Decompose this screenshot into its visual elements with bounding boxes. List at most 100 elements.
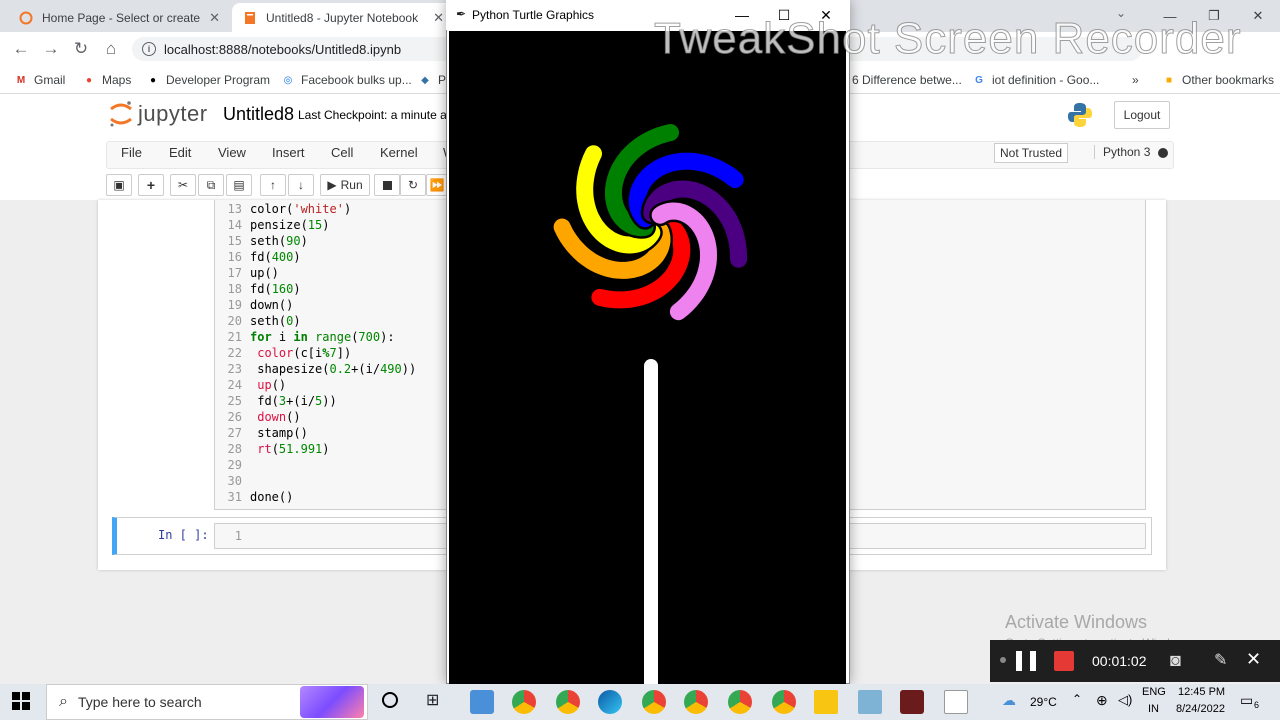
notepad-icon[interactable]	[944, 690, 968, 714]
edge-icon[interactable]	[598, 690, 622, 714]
chrome-icon[interactable]	[728, 690, 752, 714]
jupyter-logo-text: jupyter	[138, 101, 208, 126]
bookmark-gmail[interactable]: M Gmail	[14, 70, 66, 90]
input-region[interactable]: IN	[1148, 703, 1159, 715]
lollipop-drawing	[551, 121, 750, 684]
copy-button[interactable]: ⧉	[198, 174, 224, 196]
menu-file[interactable]: File	[121, 145, 142, 160]
code-line: 20 seth(0)	[227, 314, 301, 328]
bookmark-facebook[interactable]: ◎ Facebook bulks up...	[281, 70, 412, 90]
menu-edit[interactable]: Edit	[169, 145, 191, 160]
cortana-icon[interactable]	[382, 692, 398, 708]
menu-insert[interactable]: Insert	[272, 145, 305, 160]
notification-center-icon[interactable]: ▭	[1240, 692, 1253, 709]
logout-button[interactable]: Logout	[1114, 101, 1170, 129]
jupyter-logo[interactable]: jupyter	[108, 100, 208, 128]
recorder-app-icon[interactable]	[900, 690, 924, 714]
globe-icon: ◎	[283, 74, 293, 86]
windows-start-icon[interactable]	[12, 692, 30, 713]
drag-handle-icon[interactable]	[1000, 657, 1006, 663]
bookmark-label: 6 Difference betwe...	[852, 73, 962, 87]
clock-date[interactable]: 8/24/2022	[1176, 703, 1225, 715]
move-down-button[interactable]: ↓	[288, 174, 314, 196]
home-icon[interactable]: ⌂	[96, 34, 126, 64]
bookmark-label: Maps	[102, 73, 132, 87]
menu-kernel[interactable]: Kernel	[380, 145, 418, 160]
taskbar-app-icon[interactable]	[470, 690, 494, 714]
close-window-icon[interactable]: ✕	[1236, 0, 1280, 32]
search-highlight-image-icon[interactable]	[300, 686, 364, 718]
cut-button[interactable]: ✂	[170, 174, 196, 196]
menu-view[interactable]: View	[218, 145, 246, 160]
notebook-favicon-icon	[242, 10, 258, 26]
github-icon: ●	[149, 74, 157, 86]
bookmark-difference[interactable]: 6 Difference betwe...	[852, 70, 962, 90]
tray-chevron-icon[interactable]: ⌃	[1072, 692, 1082, 706]
file-explorer-icon[interactable]	[814, 690, 838, 714]
volume-icon[interactable]: ◁)	[1118, 692, 1132, 708]
lollipop-spiral	[551, 121, 750, 323]
restart-button[interactable]: ↻	[400, 174, 426, 196]
temperature[interactable]: 29°C	[1030, 695, 1057, 709]
forward-arrow-icon[interactable]: →	[36, 34, 66, 64]
paste-button[interactable]: ▤	[226, 174, 252, 196]
notebook-name[interactable]: Untitled8	[223, 104, 294, 125]
more-bookmarks-button[interactable]: »	[1132, 70, 1139, 90]
chrome-icon[interactable]	[512, 690, 536, 714]
tab-label: Untitled8 - Jupyter Notebook	[266, 10, 419, 25]
input-language[interactable]: ENG	[1142, 686, 1166, 698]
interrupt-button[interactable]	[374, 174, 400, 196]
reload-icon[interactable]: ↻	[66, 34, 96, 64]
bookmark-label: Facebook bulks up...	[301, 73, 412, 87]
bookmark-label: Gmail	[34, 73, 66, 87]
clock-time[interactable]: 12:45 PM	[1178, 686, 1225, 698]
back-arrow-icon[interactable]: ←	[6, 34, 36, 64]
bookmark-maps[interactable]: ● Maps	[82, 70, 131, 90]
task-view-icon[interactable]: ⊞	[426, 690, 439, 710]
close-tab-icon[interactable]: ✕	[433, 10, 444, 26]
scissors-icon: ✂	[177, 178, 189, 192]
run-button[interactable]: ▶ Run	[320, 174, 370, 196]
code-line: 17 up()	[227, 266, 279, 280]
url-text: localhost:8888/notebooks/Untitled8.ipynb	[164, 41, 402, 57]
chrome-icon[interactable]	[772, 690, 796, 714]
menu-cell[interactable]: Cell	[331, 145, 353, 160]
not-trusted-button[interactable]: Not Trusted	[994, 143, 1069, 163]
site-info-icon[interactable]: i	[142, 42, 156, 56]
taskbar-app-icon[interactable]	[858, 690, 882, 714]
fast-forward-icon: ⏩	[429, 178, 445, 192]
chrome-icon[interactable]	[642, 690, 666, 714]
chrome-icon[interactable]	[684, 690, 708, 714]
bookmark-iot-definition[interactable]: G iot definition - Goo...	[972, 70, 1099, 90]
move-up-button[interactable]: ↑	[260, 174, 286, 196]
tab-home-page[interactable]: Home Page - Select or create a n ✕	[8, 3, 230, 32]
annotate-icon[interactable]: ✎	[1214, 650, 1227, 670]
restart-run-all-button[interactable]: ⏩	[426, 174, 448, 196]
pause-icon[interactable]	[1016, 651, 1036, 671]
bookmark-developer-program[interactable]: ● Developer Program	[146, 70, 270, 90]
activate-windows-title: Activate Windows	[1005, 612, 1148, 632]
close-recorder-icon[interactable]: ✕	[1246, 649, 1261, 670]
tab-label: Home Page - Select or create a n	[42, 10, 204, 25]
bookmark-other[interactable]: ■ Other bookmarks	[1162, 70, 1274, 90]
network-icon[interactable]: ⊕	[1096, 692, 1108, 709]
code-line: 13 color('white')	[227, 202, 352, 216]
bookmark-python[interactable]: ◆ P	[418, 70, 446, 90]
bookmark-label: Developer Program	[166, 73, 271, 87]
stop-recording-icon[interactable]	[1054, 651, 1074, 671]
save-button[interactable]: ▣	[106, 174, 132, 196]
code-line: 26 down()	[227, 410, 301, 424]
kernel-name: Python 3	[1094, 145, 1150, 159]
code-line: 29	[227, 458, 242, 472]
bookmark-label: P	[438, 73, 447, 87]
search-icon: ⌕	[59, 693, 68, 710]
chrome-icon[interactable]	[556, 690, 580, 714]
cell-prompt: In [ ]:	[158, 528, 209, 542]
close-tab-icon[interactable]: ✕	[209, 10, 220, 26]
camera-icon[interactable]: ◙	[1170, 650, 1181, 671]
insert-cell-button[interactable]: +	[138, 174, 164, 196]
turtle-window-title: Python Turtle Graphics	[472, 8, 595, 22]
tab-untitled8[interactable]: Untitled8 - Jupyter Notebook ✕	[232, 3, 454, 32]
google-icon: G	[975, 74, 983, 86]
weather-icon[interactable]: ☁	[1002, 692, 1016, 709]
